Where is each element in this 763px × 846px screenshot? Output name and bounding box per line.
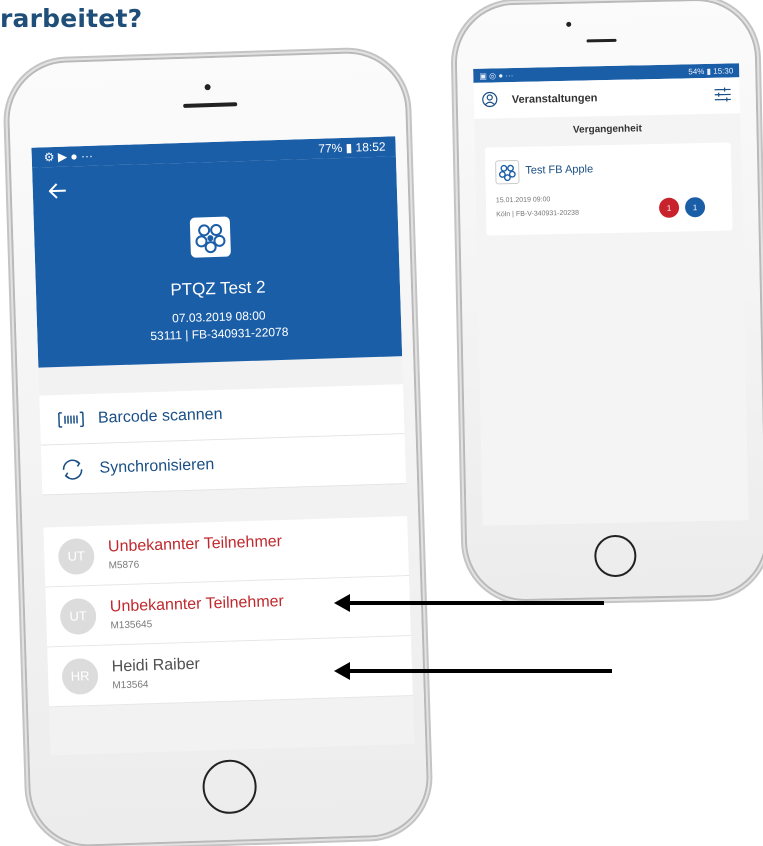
barcode-label: Barcode scannen (97, 405, 223, 427)
event-location: Köln | FB-V-340931-20238 (496, 209, 580, 219)
right-phone: ▣ ◎ ● ··· 54% ▮ 15:30 Veranstaltungen Ve… (455, 0, 763, 601)
speaker (183, 102, 238, 108)
sync-icon (55, 458, 90, 481)
camera (566, 21, 572, 27)
section-header: Vergangenheit (572, 123, 642, 136)
event-title: Test FB Apple (525, 163, 594, 177)
speaker (586, 38, 617, 43)
sync-label: Synchronisieren (99, 455, 215, 477)
avatar: HR (61, 657, 99, 695)
annotation-arrow (334, 662, 612, 680)
event-title: PTQZ Test 2 (170, 277, 266, 300)
barcode-icon (54, 410, 88, 428)
left-phone-screen: ⚙ ▶ ● ··· 77% ▮ 18:52 PTQZ Test 2 07.03.… (31, 136, 415, 756)
participant-id: M5876 (108, 559, 140, 572)
home-button[interactable] (593, 534, 637, 578)
status-icons: ▣ ◎ ● ··· (479, 70, 514, 81)
status-right: 54% ▮ 15:30 (688, 65, 734, 76)
participant-id: M13564 (112, 679, 149, 692)
avatar: UT (57, 537, 95, 575)
filter-icon[interactable] (714, 87, 732, 104)
event-card[interactable]: Test FB Apple 15.01.2019 09:00 Köln | FB… (484, 142, 733, 236)
annotation-arrow (334, 594, 604, 612)
event-date: 15.01.2019 09:00 (495, 196, 551, 205)
right-phone-screen: ▣ ◎ ● ··· 54% ▮ 15:30 Veranstaltungen Ve… (473, 63, 749, 526)
participant-name: Unbekannter Teilnehmer (107, 533, 283, 556)
count-badge-red: 1 (658, 197, 680, 218)
camera (204, 84, 211, 91)
app-logo-icon (189, 216, 231, 258)
app-logo-icon (495, 159, 520, 185)
status-right: 77% ▮ 18:52 (318, 139, 386, 156)
back-arrow-icon[interactable] (48, 179, 67, 206)
top-bar: Veranstaltungen (473, 77, 741, 119)
home-button[interactable] (201, 758, 258, 815)
count-badge-blue: 1 (684, 197, 706, 218)
left-phone: ⚙ ▶ ● ··· 77% ▮ 18:52 PTQZ Test 2 07.03.… (7, 51, 429, 846)
page-heading: rarbeitet? (0, 4, 143, 33)
event-header: PTQZ Test 2 07.03.2019 08:00 53111 | FB-… (32, 156, 403, 368)
participant-name: Heidi Raiber (111, 655, 201, 676)
participant-name: Unbekannter Teilnehmer (109, 593, 285, 616)
screen-title: Veranstaltungen (511, 92, 598, 107)
user-icon[interactable] (482, 91, 498, 110)
avatar: UT (59, 597, 97, 635)
participant-id: M135645 (110, 619, 153, 632)
status-icons: ⚙ ▶ ● ··· (43, 148, 94, 165)
